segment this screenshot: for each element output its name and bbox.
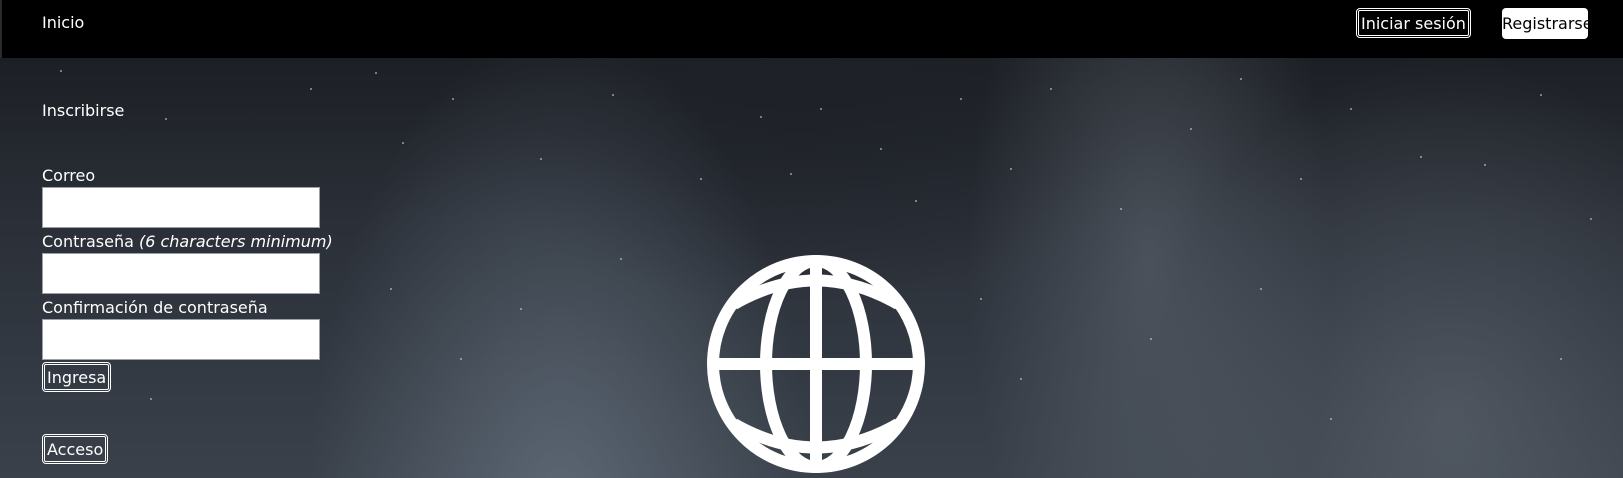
- email-field[interactable]: [42, 187, 320, 228]
- password-hint: (6 characters minimum): [138, 232, 333, 251]
- submit-button[interactable]: Ingresa: [42, 362, 112, 392]
- form-title: Inscribirse: [42, 101, 125, 120]
- login-button[interactable]: Iniciar sesión: [1356, 8, 1471, 38]
- globe-icon: [707, 255, 925, 473]
- confirm-password-field[interactable]: [42, 319, 320, 360]
- password-label-text: Contraseña: [42, 232, 134, 251]
- confirm-password-label: Confirmación de contraseña: [42, 298, 268, 317]
- password-label: Contraseña (6 characters minimum): [42, 232, 333, 251]
- access-button[interactable]: Acceso: [42, 434, 109, 464]
- email-label: Correo: [42, 166, 96, 185]
- home-link[interactable]: Inicio: [42, 13, 84, 32]
- top-navbar: Inicio Iniciar sesión Registrarse: [0, 0, 1623, 58]
- register-button[interactable]: Registrarse: [1502, 8, 1593, 39]
- password-field[interactable]: [42, 253, 320, 294]
